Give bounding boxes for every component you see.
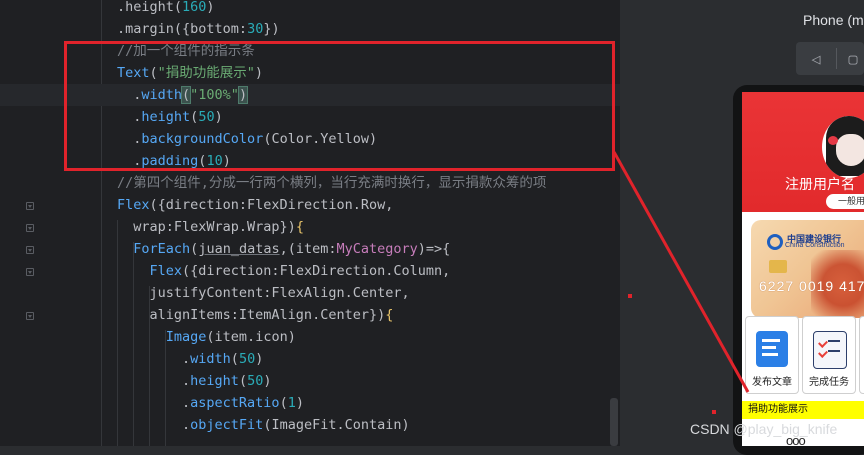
watermark: CSDN @play_big_knife <box>690 421 838 437</box>
annotation-dot <box>628 294 632 298</box>
annotation-line <box>612 151 750 393</box>
annotation-dot <box>712 410 716 414</box>
annotation-arrow <box>612 151 750 393</box>
